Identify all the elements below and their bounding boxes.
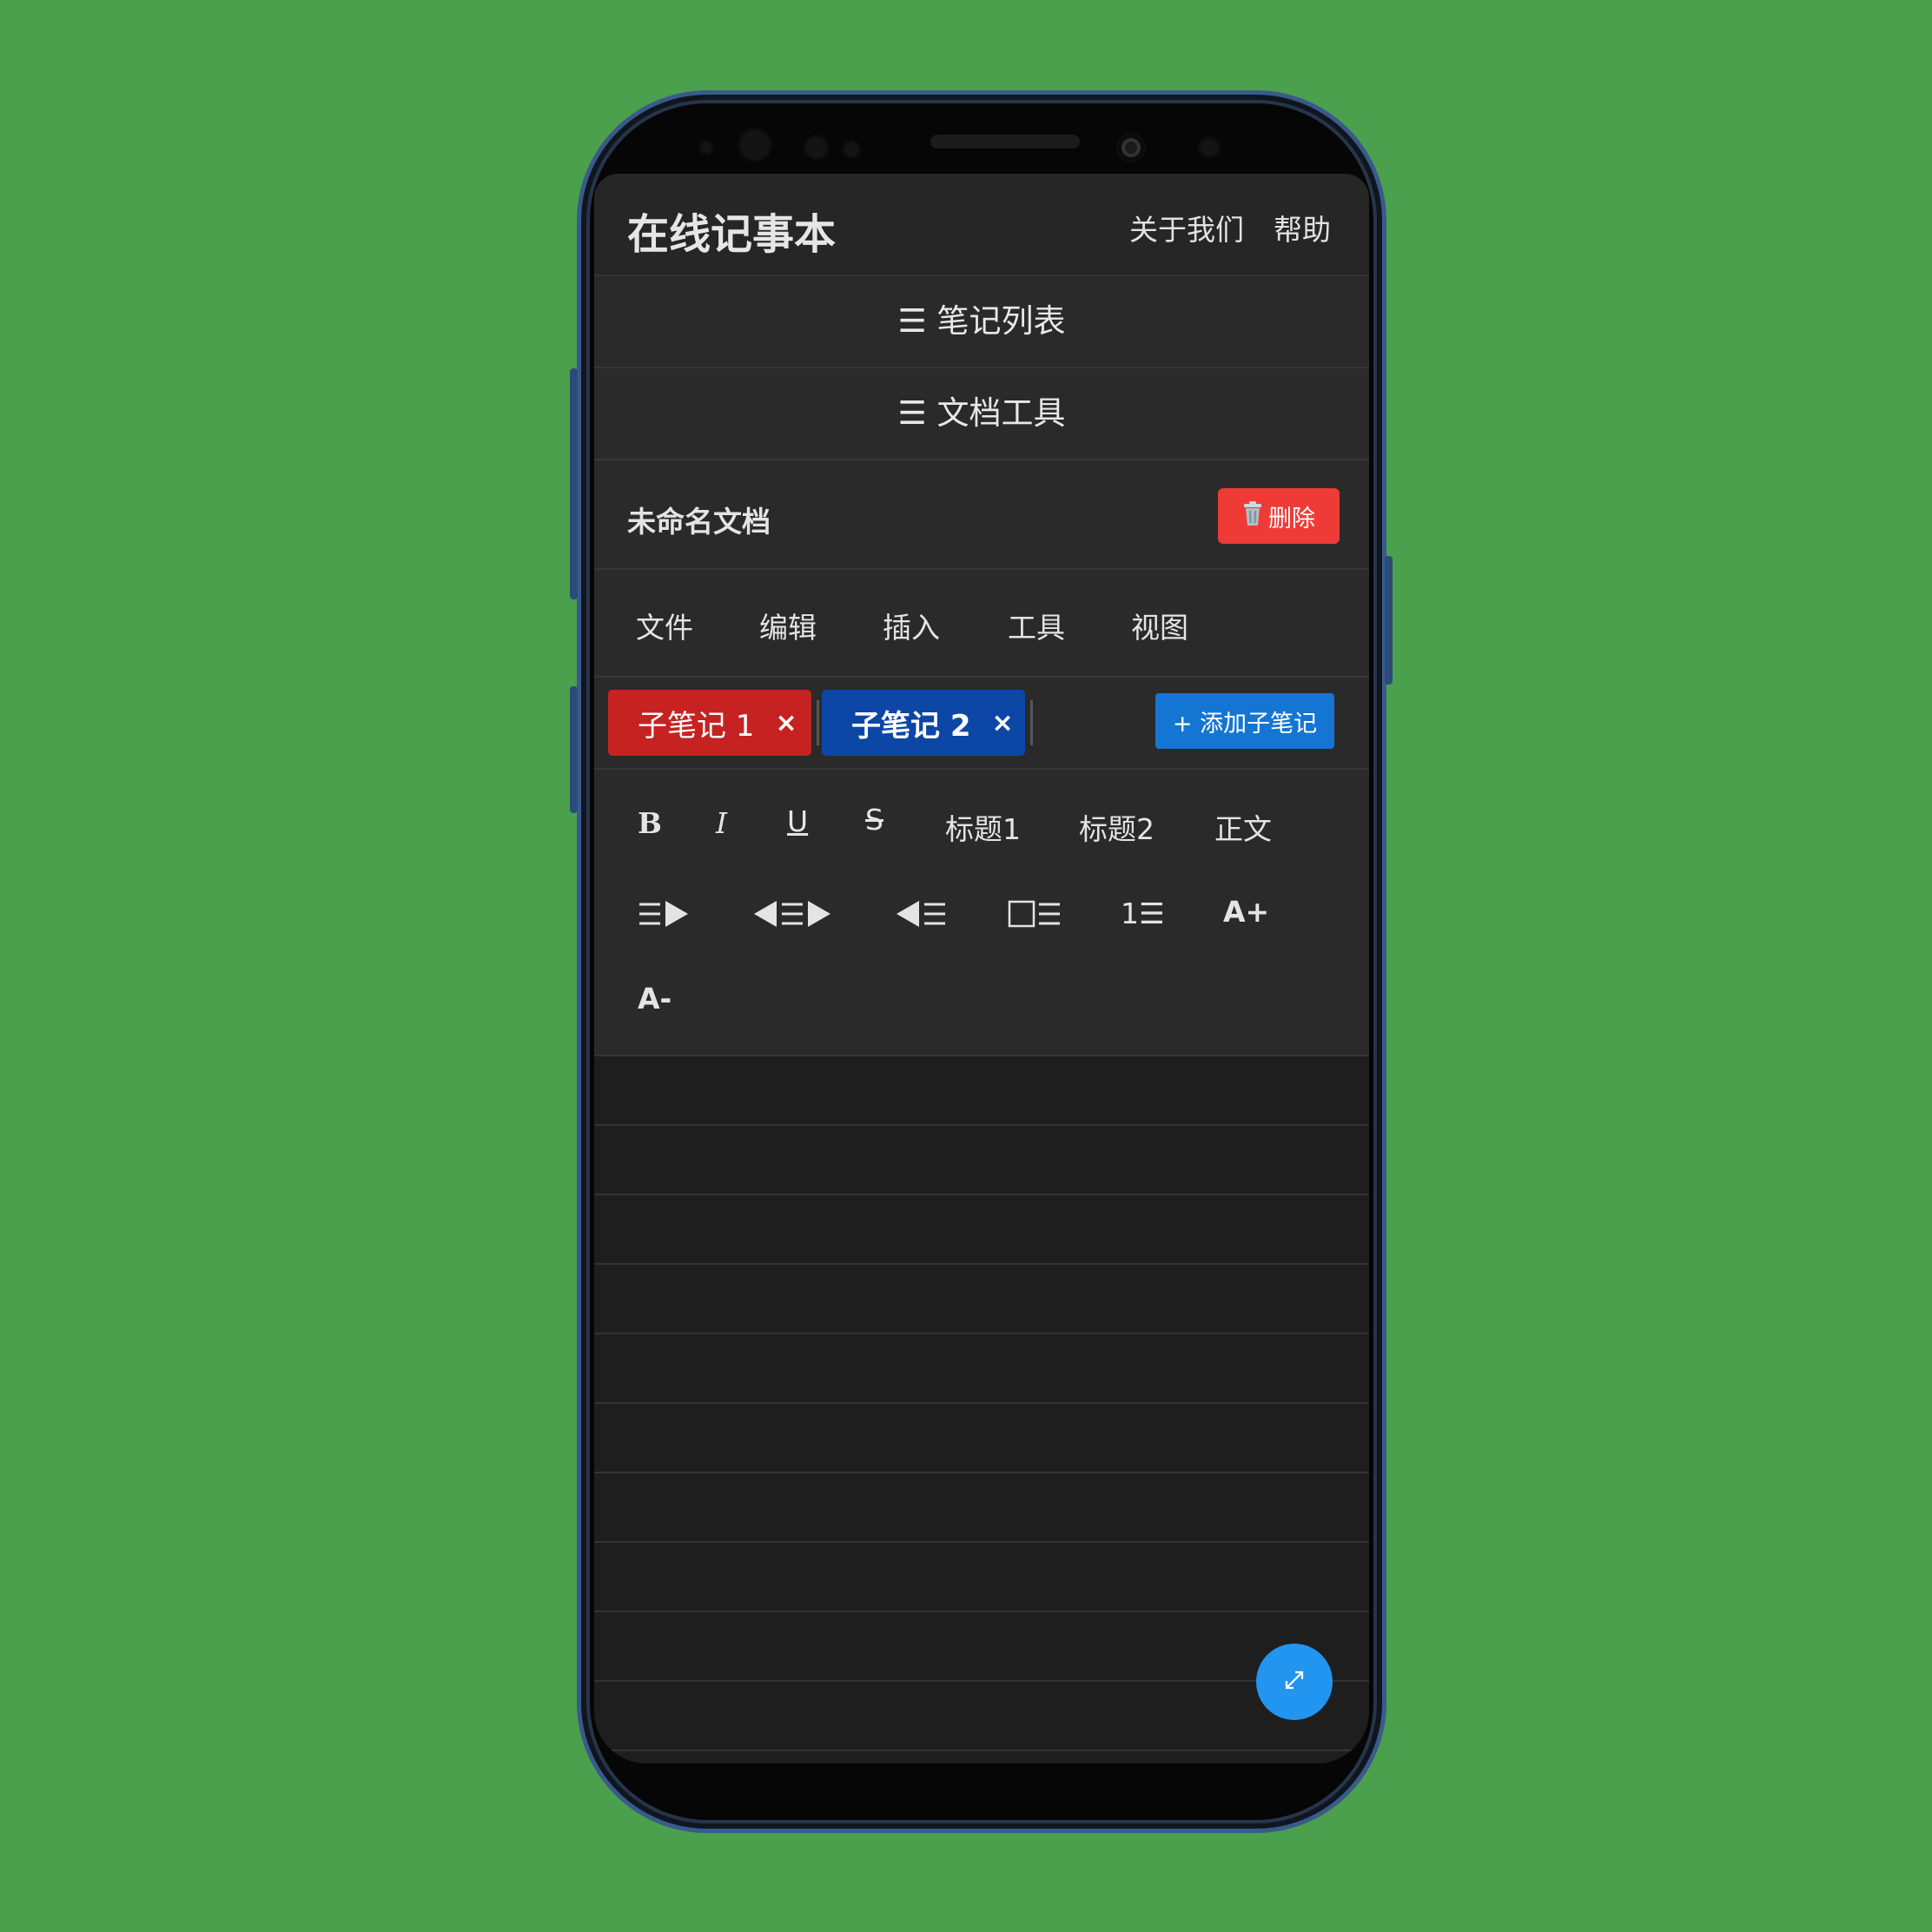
delete-label: 删除 — [1268, 505, 1315, 533]
align-right-button[interactable] — [638, 898, 690, 930]
align-left-button[interactable] — [895, 898, 947, 930]
close-icon[interactable]: × — [992, 708, 1014, 738]
front-camera — [738, 128, 772, 162]
doc-tools-toggle[interactable]: ☰ 文档工具 — [594, 368, 1369, 460]
align-right-icon — [638, 898, 690, 930]
heading2-button[interactable]: 标题2 — [1079, 806, 1155, 848]
doc-tools-label: ☰ 文档工具 — [897, 394, 1066, 432]
sensor-dot — [804, 135, 830, 161]
checkbox-list-icon — [1008, 898, 1062, 930]
bixby-button — [570, 686, 578, 813]
sensor-dot — [698, 140, 714, 155]
add-subnote-button[interactable]: + 添加子笔记 — [1155, 693, 1334, 749]
align-center-button[interactable] — [752, 898, 832, 930]
italic-button[interactable]: I — [716, 806, 727, 840]
app-title: 在线记事本 — [627, 210, 837, 259]
sensor-dot — [842, 140, 861, 159]
earpiece-speaker — [930, 135, 1080, 149]
sensor-dot — [1198, 136, 1221, 159]
bold-button[interactable]: B — [638, 806, 662, 840]
align-left-icon — [895, 898, 947, 930]
font-decrease-button[interactable]: A- — [638, 982, 672, 1016]
delete-button[interactable]: 删除 — [1218, 488, 1340, 544]
menu-edit[interactable]: 编辑 — [759, 605, 817, 646]
menu-view[interactable]: 视图 — [1131, 605, 1188, 646]
trash-icon — [1242, 500, 1263, 533]
tab-label: 子笔记 1 — [638, 708, 755, 744]
power-button — [1385, 556, 1393, 685]
tab-subnote-1[interactable]: 子笔记 1 × — [608, 690, 811, 756]
camera-lens — [1116, 133, 1146, 162]
nav-about[interactable]: 关于我们 — [1129, 207, 1244, 248]
nav-help[interactable]: 帮助 — [1274, 207, 1331, 248]
menu-insert[interactable]: 插入 — [883, 605, 940, 646]
app-screen: 在线记事本 关于我们 帮助 ☰ 笔记列表 ☰ 文档工具 未命名文档 删除 文件 … — [594, 174, 1369, 1763]
underline-button[interactable]: U — [787, 804, 808, 838]
editor-area[interactable] — [594, 1056, 1369, 1763]
align-center-icon — [752, 898, 832, 930]
note-list-label: ☰ 笔记列表 — [897, 302, 1066, 340]
body-text-button[interactable]: 正文 — [1214, 806, 1272, 848]
note-list-toggle[interactable]: ☰ 笔记列表 — [594, 276, 1369, 368]
tab-separator — [1030, 700, 1033, 745]
checklist-button[interactable] — [1008, 898, 1062, 930]
font-increase-button[interactable]: A+ — [1223, 895, 1269, 929]
menu-tools[interactable]: 工具 — [1008, 605, 1065, 646]
app-header: 在线记事本 关于我们 帮助 — [594, 174, 1369, 276]
expand-icon — [1283, 1669, 1306, 1695]
strikethrough-button[interactable]: S — [865, 803, 883, 837]
tab-separator — [817, 700, 819, 745]
tab-subnote-2[interactable]: 子笔记 2 × — [822, 690, 1025, 756]
close-icon[interactable]: × — [775, 708, 797, 738]
document-title[interactable]: 未命名文档 — [627, 499, 771, 540]
tab-label: 子笔记 2 — [851, 708, 971, 744]
menu-file[interactable]: 文件 — [636, 605, 693, 646]
expand-button[interactable] — [1256, 1644, 1333, 1720]
numbered-list-button[interactable]: 1☰ — [1121, 897, 1165, 930]
heading1-button[interactable]: 标题1 — [945, 806, 1021, 848]
menu-bar — [594, 570, 1369, 678]
volume-button — [570, 368, 578, 599]
